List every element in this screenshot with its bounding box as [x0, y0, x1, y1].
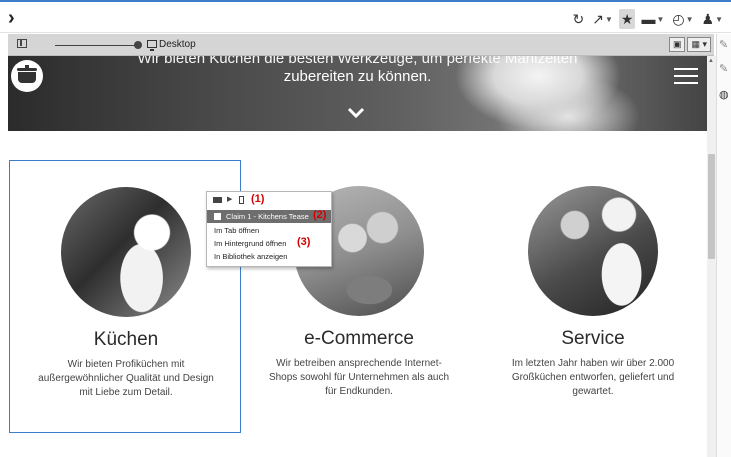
- popup-item-label: In Bibliothek anzeigen: [214, 252, 288, 261]
- device-select-button[interactable]: ▦ ▾: [687, 37, 711, 52]
- item-icon: [214, 213, 221, 220]
- annotation-3: (3): [297, 236, 311, 248]
- popup-item-open-tab[interactable]: Im Tab öffnen: [207, 224, 331, 237]
- preview-toolbar: Desktop ▣ ▦ ▾: [8, 34, 714, 56]
- viewport-width-slider-handle[interactable]: [134, 41, 142, 49]
- popup-item-label: Claim 1 - Kitchens Tease: [226, 212, 309, 221]
- star-icon: ★: [620, 10, 634, 27]
- scroll-up-icon[interactable]: ▲: [708, 58, 714, 64]
- history-button[interactable]: ◴ ▼: [670, 9, 695, 29]
- layout-frame-icon[interactable]: [17, 39, 27, 48]
- preview-mode-buttons: ▣ ▦ ▾: [668, 37, 711, 52]
- popup-item-label: Im Tab öffnen: [214, 226, 260, 235]
- service-card-service: Service Im letzten Jahr haben wir über 2…: [477, 160, 707, 433]
- app-toolbar: › ↻ ↗ ▼ ★ ▬ ▼ ◴ ▼ ♟ ▼: [0, 0, 731, 33]
- refresh-icon[interactable]: ↻: [571, 9, 587, 29]
- favorite-button[interactable]: ★: [618, 9, 636, 29]
- popup-item-open-background[interactable]: Im Hintergrund öffnen (3): [207, 236, 331, 250]
- content-context-popup: ▶ (1) Claim 1 - Kitchens Tease (2) Im Ta…: [206, 191, 332, 267]
- service-description: Wir betreiben ansprechende Internet-Shop…: [268, 358, 450, 397]
- hero-text-line-2: zubereiten zu können.: [283, 68, 432, 85]
- document-icon: [239, 196, 244, 204]
- dropdown-caret-icon: ▼: [656, 14, 665, 24]
- globe-icon[interactable]: ◍: [719, 90, 730, 101]
- popup-header: ▶ (1): [207, 192, 331, 208]
- clock-icon: ◴: [672, 10, 685, 27]
- logo-pot: [18, 72, 36, 83]
- dropdown-caret-icon: ▼: [685, 14, 694, 24]
- content-type-icon: [213, 197, 222, 203]
- edit-icon[interactable]: ✎: [719, 64, 730, 75]
- service-title: Küchen: [93, 329, 159, 350]
- service-title: e-Commerce: [304, 328, 414, 349]
- scrollbar-thumb[interactable]: [708, 154, 715, 259]
- dropdown-caret-icon: ▼: [715, 14, 723, 24]
- image-button[interactable]: ▬ ▼: [639, 9, 666, 29]
- dropdown-caret-icon: ▼: [604, 14, 613, 24]
- hamburger-menu-icon[interactable]: [674, 68, 698, 86]
- logo-lid: [17, 68, 37, 71]
- monitor-icon: [147, 40, 157, 51]
- image-icon: ▬: [641, 11, 656, 27]
- site-logo-pot-icon[interactable]: [11, 60, 43, 92]
- expand-arrow-icon[interactable]: ›: [8, 7, 15, 29]
- preview-mode-icon[interactable]: ▣: [668, 37, 686, 52]
- page-preview: Wir bieten Küchen die besten Werkzeuge, …: [8, 56, 707, 457]
- side-panel-strip: ✎ ✎ ◍: [716, 34, 731, 457]
- service-title: Service: [561, 328, 625, 349]
- user-icon: ♟: [701, 10, 715, 27]
- viewport-width-slider-track[interactable]: [55, 45, 137, 46]
- refresh-glyph: ↻: [572, 10, 585, 27]
- popup-item-claim[interactable]: Claim 1 - Kitchens Tease (2): [207, 209, 331, 223]
- open-external-icon: ↗: [592, 10, 604, 27]
- device-label: Desktop: [159, 39, 196, 50]
- chef-photo: [61, 187, 191, 317]
- service-description: Im letzten Jahr haben wir über 2.000 Gro…: [511, 358, 675, 397]
- consultation-photo: [528, 186, 658, 316]
- hero-text-line-1: Wir bieten Küchen die besten Werkzeuge, …: [137, 56, 578, 67]
- annotation-2: (2): [313, 209, 327, 221]
- popup-item-show-library[interactable]: In Bibliothek anzeigen: [207, 250, 331, 263]
- user-button[interactable]: ♟ ▼: [700, 9, 725, 29]
- popup-item-label: Im Hintergrund öffnen: [214, 239, 287, 248]
- hero-banner: Wir bieten Küchen die besten Werkzeuge, …: [8, 56, 707, 131]
- service-description: Wir bieten Profiküchen mit außergewöhnli…: [38, 359, 214, 398]
- toolbar-tools: ↻ ↗ ▼ ★ ▬ ▼ ◴ ▼ ♟ ▼: [571, 8, 726, 30]
- annotation-1: (1): [251, 193, 265, 205]
- open-external-button[interactable]: ↗ ▼: [590, 9, 615, 29]
- pencil-icon[interactable]: ✎: [719, 40, 730, 51]
- arrow-right-icon: ▶: [227, 196, 233, 203]
- chevron-down-icon[interactable]: [347, 106, 365, 120]
- preview-scrollbar[interactable]: ▲: [707, 56, 716, 457]
